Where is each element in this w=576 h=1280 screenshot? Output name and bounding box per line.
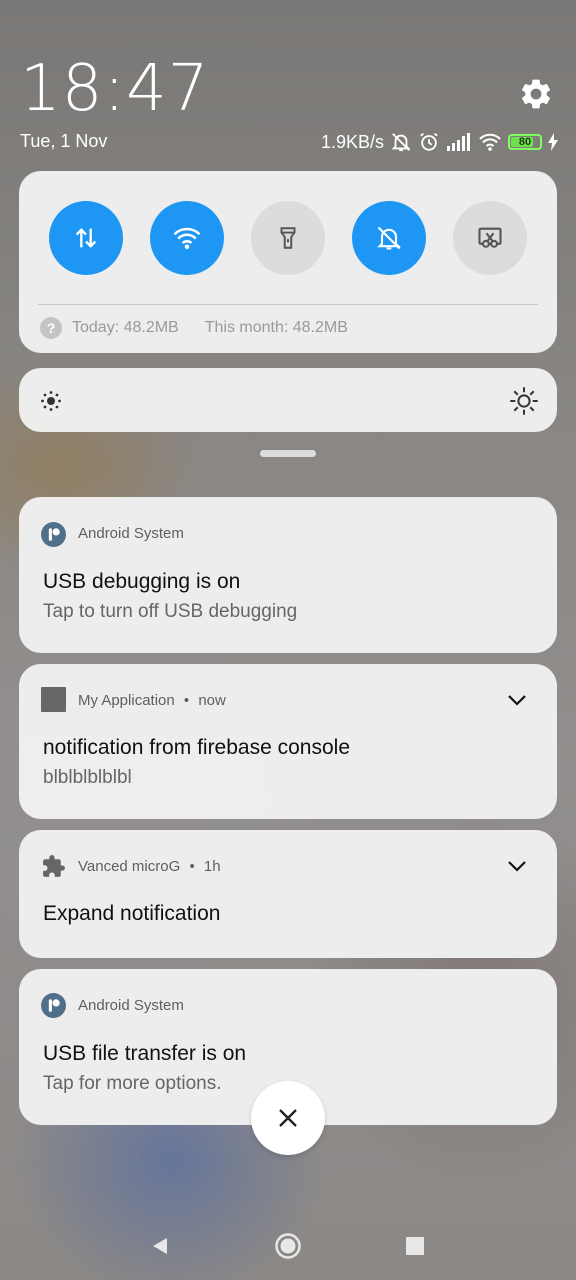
network-speed: 1.9KB/s (320, 131, 384, 152)
flashlight-toggle[interactable] (251, 201, 325, 275)
recents-button[interactable] (401, 1232, 429, 1260)
data-usage: ? Today: 48.2MB This month: 48.2MB (40, 317, 348, 339)
notification-title: Expand notification (43, 902, 221, 925)
notification-microg[interactable]: Vanced microG • 1h Expand notification (19, 830, 557, 958)
wifi-icon (173, 227, 201, 249)
silent-bell-icon (391, 133, 411, 152)
battery-icon: 80 (508, 134, 542, 150)
qs-divider (38, 304, 538, 305)
signal-icon (447, 133, 470, 151)
navigation-bar (0, 1218, 576, 1274)
brightness-high-icon (510, 387, 538, 415)
notification-separator: • (183, 692, 190, 709)
android-system-icon (41, 993, 66, 1018)
clear-all-button[interactable] (251, 1081, 325, 1155)
flashlight-icon (280, 227, 296, 249)
wifi-status-icon (479, 133, 501, 151)
notification-text: Tap to turn off USB debugging (43, 601, 298, 622)
battery-percent: 80 (518, 136, 532, 148)
settings-gear-icon[interactable] (518, 76, 554, 112)
notification-app-name: My Application (78, 692, 175, 709)
brightness-low-icon (41, 391, 61, 411)
close-icon (279, 1109, 297, 1127)
notification-firebase[interactable]: My Application • now notification from f… (19, 664, 557, 819)
help-icon[interactable]: ? (40, 317, 62, 339)
app-square-icon (41, 687, 66, 712)
back-button[interactable] (146, 1232, 174, 1260)
notification-title: USB file transfer is on (43, 1042, 247, 1065)
chevron-down-icon[interactable] (505, 854, 529, 878)
notification-separator: • (189, 858, 195, 875)
notification-usb-debugging[interactable]: Android System USB debugging is on Tap t… (19, 497, 557, 653)
quick-settings-panel: ? Today: 48.2MB This month: 48.2MB (19, 171, 557, 353)
chevron-down-icon[interactable] (505, 688, 529, 712)
wifi-toggle[interactable] (150, 201, 224, 275)
bell-off-icon (377, 226, 401, 250)
usage-today: Today: 48.2MB (72, 319, 179, 336)
home-circle-icon (275, 1233, 301, 1259)
notification-app-meta: My Application • now (78, 692, 226, 709)
notification-app-meta: Vanced microG • 1h (78, 858, 221, 875)
notification-time: now (198, 692, 226, 709)
android-system-icon (41, 522, 66, 547)
notification-title: notification from firebase console (43, 736, 350, 759)
clock: 18:47 (20, 52, 210, 126)
charging-bolt-icon (548, 133, 558, 151)
notification-text: blblblblblbl (43, 767, 132, 788)
home-button[interactable] (274, 1232, 302, 1260)
screenshot-toggle[interactable] (453, 201, 527, 275)
notification-app-name: Android System (78, 525, 184, 542)
notification-app-name: Vanced microG (78, 858, 181, 875)
back-triangle-icon (153, 1238, 167, 1254)
data-arrows-icon (75, 228, 97, 248)
panel-drag-handle[interactable] (260, 450, 316, 457)
notification-time: 1h (203, 858, 221, 875)
usage-month: This month: 48.2MB (204, 319, 348, 336)
recents-square-icon (406, 1237, 424, 1255)
mobile-data-toggle[interactable] (49, 201, 123, 275)
alarm-icon (420, 132, 438, 151)
brightness-slider[interactable] (19, 368, 557, 432)
notification-title: USB debugging is on (43, 570, 241, 593)
notification-text: Tap for more options. (43, 1073, 222, 1094)
silent-toggle[interactable] (352, 201, 426, 275)
notification-app-name: Android System (78, 997, 184, 1014)
scissors-screen-icon (478, 227, 502, 248)
status-icons: 1.9KB/s 80 (321, 128, 558, 156)
puzzle-icon (43, 855, 65, 877)
date: Tue, 1 Nov (20, 131, 108, 151)
